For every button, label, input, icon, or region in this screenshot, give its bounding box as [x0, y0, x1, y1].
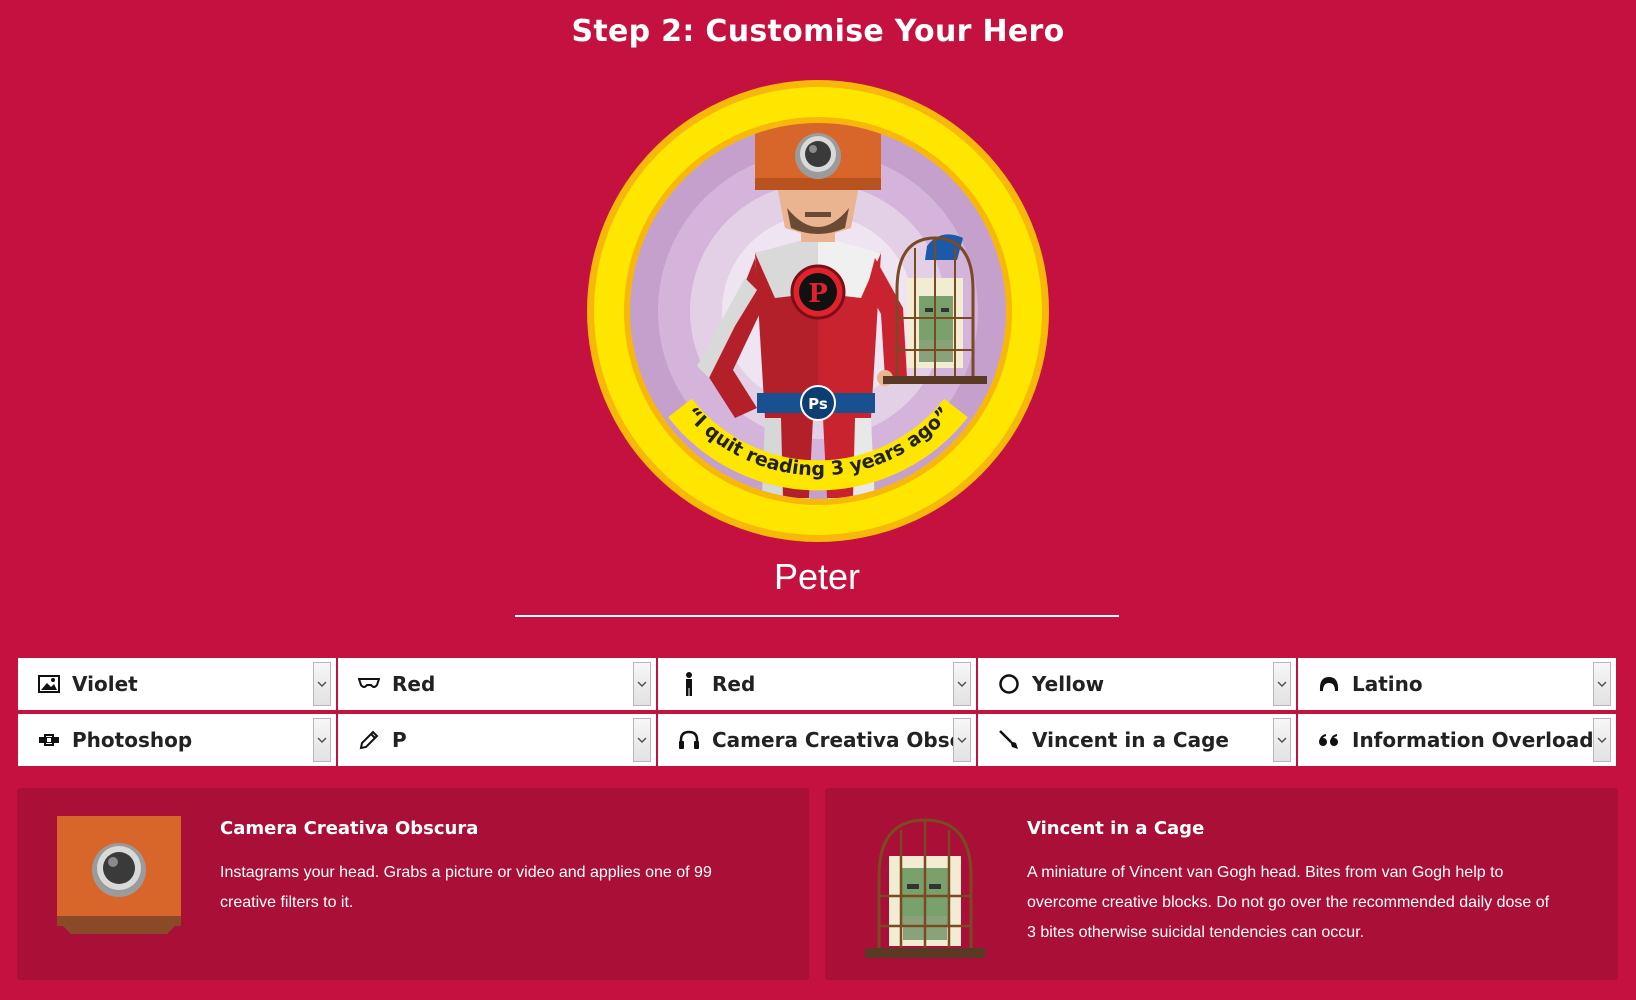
image-icon	[34, 669, 64, 699]
page-title: Step 2: Customise Your Hero	[571, 14, 1065, 49]
mask-icon	[354, 669, 384, 699]
info-card-headgear: Camera Creativa Obscura Instagrams your …	[17, 788, 809, 980]
select-value: Yellow	[1032, 672, 1105, 696]
chevron-down-icon[interactable]	[633, 718, 651, 762]
chevron-down-icon[interactable]	[1273, 662, 1291, 706]
name-underline	[515, 615, 1119, 617]
suit-color-select[interactable]: Red	[658, 658, 976, 710]
pencil-icon	[354, 725, 384, 755]
select-value: Information Overload	[1352, 728, 1593, 752]
belt-icon	[34, 725, 64, 755]
chevron-down-icon[interactable]	[313, 718, 331, 762]
hero-name-input[interactable]: Peter	[515, 556, 1119, 598]
hair-icon	[1314, 669, 1344, 699]
select-value: Red	[392, 672, 436, 696]
chevron-down-icon[interactable]	[313, 662, 331, 706]
card-description: A miniature of Vincent van Gogh head. Bi…	[1027, 858, 1597, 948]
background-color-select[interactable]: Violet	[18, 658, 336, 710]
mask-color-select[interactable]: Red	[338, 658, 656, 710]
hair-style-select[interactable]: Latino	[1298, 658, 1616, 710]
card-description-line: 3 bites otherwise suicidal tendencies ca…	[1027, 924, 1365, 941]
select-value: Vincent in a Cage	[1032, 728, 1229, 752]
emblem-letter-select[interactable]: P	[338, 714, 656, 766]
card-description-line: A miniature of Vincent van Gogh head. Bi…	[1027, 864, 1504, 881]
chest-letter: P	[808, 279, 828, 309]
badge-color-select[interactable]: Yellow	[978, 658, 1296, 710]
figure-icon	[674, 669, 704, 699]
belt-select[interactable]: Photoshop	[18, 714, 336, 766]
headgear-select[interactable]: Camera Creativa Obscura	[658, 714, 976, 766]
chevron-down-icon[interactable]	[1593, 718, 1611, 762]
headphones-icon	[674, 725, 704, 755]
brush-icon	[994, 725, 1024, 755]
card-description-line: creative filters to it.	[220, 894, 354, 911]
belt-label: Ps	[808, 395, 828, 413]
card-title: Camera Creativa Obscura	[220, 818, 479, 839]
chevron-down-icon[interactable]	[1273, 718, 1291, 762]
select-value: Latino	[1352, 672, 1423, 696]
cage-thumbnail	[863, 816, 987, 964]
circle-icon	[994, 669, 1024, 699]
select-value: Violet	[72, 672, 138, 696]
card-title: Vincent in a Cage	[1027, 818, 1205, 839]
select-value: Photoshop	[72, 728, 193, 752]
camera-head-thumbnail	[57, 816, 181, 940]
card-description-line: overcome creative blocks. Do not go over…	[1027, 894, 1550, 911]
card-description: Instagrams your head. Grabs a picture or…	[220, 858, 780, 918]
info-card-accessory: Vincent in a Cage A miniature of Vincent…	[825, 788, 1618, 980]
quote-select[interactable]: Information Overload	[1298, 714, 1616, 766]
select-value: Camera Creativa Obscura	[712, 728, 953, 752]
chevron-down-icon[interactable]	[1593, 662, 1611, 706]
chevron-down-icon[interactable]	[953, 718, 971, 762]
customisation-selectors: Violet Red Red Yellow Latino Photoshop P…	[18, 658, 1618, 766]
quote-icon	[1314, 725, 1344, 755]
accessory-select[interactable]: Vincent in a Cage	[978, 714, 1296, 766]
hero-badge: Ps P “I quit reading 3 years ago”	[585, 78, 1051, 544]
select-value: Red	[712, 672, 756, 696]
chevron-down-icon[interactable]	[633, 662, 651, 706]
select-value: P	[392, 728, 407, 752]
chevron-down-icon[interactable]	[953, 662, 971, 706]
card-description-line: Instagrams your head. Grabs a picture or…	[220, 864, 712, 881]
